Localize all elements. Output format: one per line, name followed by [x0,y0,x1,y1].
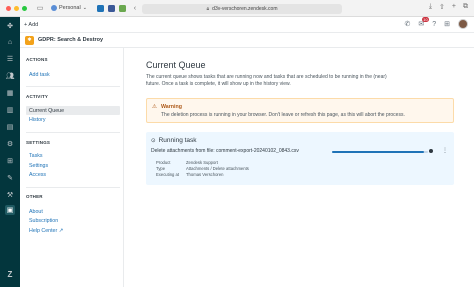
nav-item-history[interactable]: History [26,115,120,124]
meta-label: Product [156,160,171,165]
section-heading: SETTINGS [26,140,51,145]
apps-icon[interactable]: ⊞ [5,156,15,166]
help-icon[interactable]: ? [432,21,436,28]
meta-label: Type [156,166,166,171]
tabs-overview-icon[interactable]: ⧉ [463,3,468,11]
header-actions: ✆ ✉ 10 ? ⊞ [404,17,468,29]
zendesk-wordmark-icon: Z [7,269,13,279]
zendesk-logo-icon[interactable]: ✤ [5,21,15,31]
progress-indicator-icon [429,149,433,153]
side-navigation: ACTIONS Add task ACTIVITY Current Queue … [20,48,124,287]
notifications-button[interactable]: ✉ 10 [418,17,430,28]
reporting-icon[interactable]: ▥ [5,105,15,115]
profile-switcher[interactable]: Personal ⌄ [51,5,87,11]
add-button[interactable]: + Add [24,22,38,28]
running-task-title: Running task [158,137,197,144]
profile-label: Personal [59,5,81,11]
nav-item-tasks[interactable]: Tasks [26,151,120,160]
tools-icon[interactable]: ⚒ [5,190,15,200]
section-heading: ACTIONS [26,57,48,62]
browser-toolbar: ▭ Personal ⌄ ‹ › 🔒︎ d3v-verschoren.zende… [0,0,474,17]
task-menu-icon[interactable]: ⋮ [442,147,448,154]
organizations-icon[interactable]: ▦ [5,88,15,98]
meta-value: Attachments / Delete attachments [186,166,249,171]
nav-item-current-queue[interactable]: Current Queue [26,106,120,115]
product-rail: ✤ ⌂ ☰ 👥︎ ▦ ▥ ▤ ⚙ ⊞ ✎ ⚒ ▣ Z [0,17,20,287]
profile-avatar [51,5,57,11]
extension-icon[interactable] [96,4,104,12]
window-controls [6,5,27,11]
sidebar-toggle-icon[interactable]: ▭ [35,3,45,13]
warning-icon: ⚠ [152,104,157,110]
dashboard-icon[interactable]: ▤ [5,122,15,132]
admin-icon[interactable]: ⚙ [5,139,15,149]
gdpr-app-icon[interactable]: ▣ [5,205,15,215]
back-icon[interactable]: ‹ [130,3,140,13]
nav-item-settings[interactable]: Settings [26,161,120,170]
app-title: GDPR: Search & Destroy [38,37,104,43]
phone-icon[interactable]: ✆ [404,20,410,28]
task-progress-fill [332,150,425,153]
divider [26,132,120,133]
integrations-icon[interactable]: ✎ [5,173,15,183]
browser-actions: ⤓ ⇧ + ⧉ [429,3,468,11]
minimize-window-button[interactable] [14,5,19,11]
nav-item-subscription[interactable]: Subscription [26,216,120,225]
nav-item-add-task[interactable]: Add task [26,70,120,79]
chevron-down-icon: ⌄ [82,5,87,11]
home-icon[interactable]: ⌂ [5,37,15,47]
customers-icon[interactable]: 👥︎ [5,71,15,81]
url-text: d3v-verschoren.zendesk.com [212,5,278,12]
views-icon[interactable]: ☰ [5,54,15,64]
extension-icon[interactable] [118,4,126,12]
meta-value: Zendesk Support [186,160,218,165]
add-label: + Add [24,21,39,28]
maximize-window-button[interactable] [22,5,27,11]
section-heading: OTHER [26,194,43,199]
address-bar[interactable]: 🔒︎ d3v-verschoren.zendesk.com [142,3,342,14]
meta-label: Executing at [156,172,180,177]
meta-value: Thomas Verschoren [186,172,224,177]
app-titlebar: ✱ GDPR: Search & Destroy [20,33,474,48]
play-icon: ⊙ [151,137,156,144]
task-description: Delete attachments from file: comment-ex… [151,148,299,154]
divider [26,187,120,188]
task-progress-bar [332,150,428,153]
nav-item-about[interactable]: About [26,207,120,216]
notification-badge: 10 [421,17,430,22]
new-tab-icon[interactable]: + [452,3,456,11]
share-icon[interactable]: ⇧ [439,3,445,11]
app-header: + Add ✆ ✉ 10 ? ⊞ [20,17,474,33]
bell-icon: ✉ [418,21,425,28]
product-tray-icon[interactable]: ⊞ [444,20,450,28]
nav-item-access[interactable]: Access [26,170,120,179]
close-window-button[interactable] [6,5,11,11]
avatar[interactable] [458,19,468,29]
warning-text: The deletion process is running in your … [161,112,405,118]
running-task-heading: ⊙ Running task [151,137,197,144]
main-content: Current Queue The current queue shows ta… [146,60,456,87]
browser-window: ▭ Personal ⌄ ‹ › 🔒︎ d3v-verschoren.zende… [0,0,474,287]
app-logo-icon: ✱ [25,35,34,45]
divider [26,86,120,87]
warning-notification: ⚠ Warning The deletion process is runnin… [146,98,454,123]
running-task-card: ⊙ Running task Delete attachments from f… [146,132,454,185]
section-heading: ACTIVITY [26,94,49,99]
page-title: Current Queue [146,60,206,70]
download-icon[interactable]: ⤓ [429,3,432,11]
warning-title: Warning [161,104,182,110]
lock-icon: 🔒︎ [206,5,210,12]
extension-icon[interactable] [107,4,115,12]
page-description: The current queue shows tasks that are r… [146,74,387,87]
nav-item-help-center[interactable]: Help Center ↗ [26,226,120,235]
